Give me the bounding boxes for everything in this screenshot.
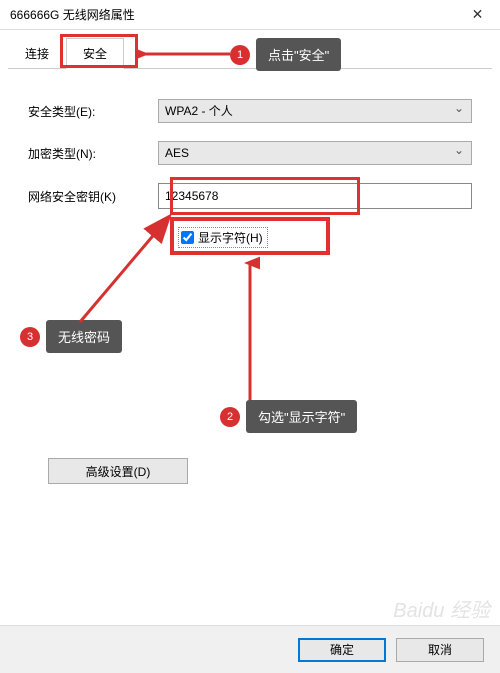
select-security-type-wrap: WPA2 - 个人 (158, 99, 472, 123)
tab-connection[interactable]: 连接 (8, 38, 66, 69)
checkbox-show-chars[interactable] (181, 231, 194, 244)
titlebar: 666666G 无线网络属性 ✕ (0, 0, 500, 30)
row-encryption-type: 加密类型(N): AES (28, 141, 472, 165)
annotation-1-badge: 1 (230, 45, 250, 65)
label-encryption-type: 加密类型(N): (28, 145, 158, 162)
label-security-type: 安全类型(E): (28, 103, 158, 120)
window-title: 666666G 无线网络属性 (10, 6, 135, 23)
annotation-2-text: 勾选"显示字符" (246, 400, 357, 433)
tab-security[interactable]: 安全 (66, 38, 124, 69)
annotation-2: 2 勾选"显示字符" (220, 400, 357, 433)
close-icon: ✕ (472, 6, 484, 23)
form-area: 安全类型(E): WPA2 - 个人 加密类型(N): AES 网络安全密钥(K… (8, 89, 492, 494)
row-security-type: 安全类型(E): WPA2 - 个人 (28, 99, 472, 123)
label-network-key: 网络安全密钥(K) (28, 188, 158, 205)
annotation-3-badge: 3 (20, 327, 40, 347)
annotation-1-text: 点击"安全" (256, 38, 341, 71)
select-security-type[interactable]: WPA2 - 个人 (158, 99, 472, 123)
select-encryption-type[interactable]: AES (158, 141, 472, 165)
select-encryption-type-wrap: AES (158, 141, 472, 165)
annotation-1: 1 点击"安全" (230, 38, 341, 71)
ok-button[interactable]: 确定 (298, 638, 386, 662)
row-network-key: 网络安全密钥(K) (28, 183, 472, 209)
advanced-settings-button[interactable]: 高级设置(D) (48, 458, 188, 484)
checkbox-show-chars-label[interactable]: 显示字符(H) (178, 227, 268, 248)
annotation-2-badge: 2 (220, 407, 240, 427)
annotation-3: 3 无线密码 (20, 320, 122, 353)
close-button[interactable]: ✕ (455, 0, 500, 30)
bottom-bar: 确定 取消 (0, 625, 500, 673)
input-network-key[interactable] (158, 183, 472, 209)
row-show-chars: 显示字符(H) (178, 227, 472, 248)
annotation-3-text: 无线密码 (46, 320, 122, 353)
cancel-button[interactable]: 取消 (396, 638, 484, 662)
watermark: Baidu 经验 (393, 594, 490, 623)
checkbox-show-chars-text: 显示字符(H) (198, 229, 263, 246)
